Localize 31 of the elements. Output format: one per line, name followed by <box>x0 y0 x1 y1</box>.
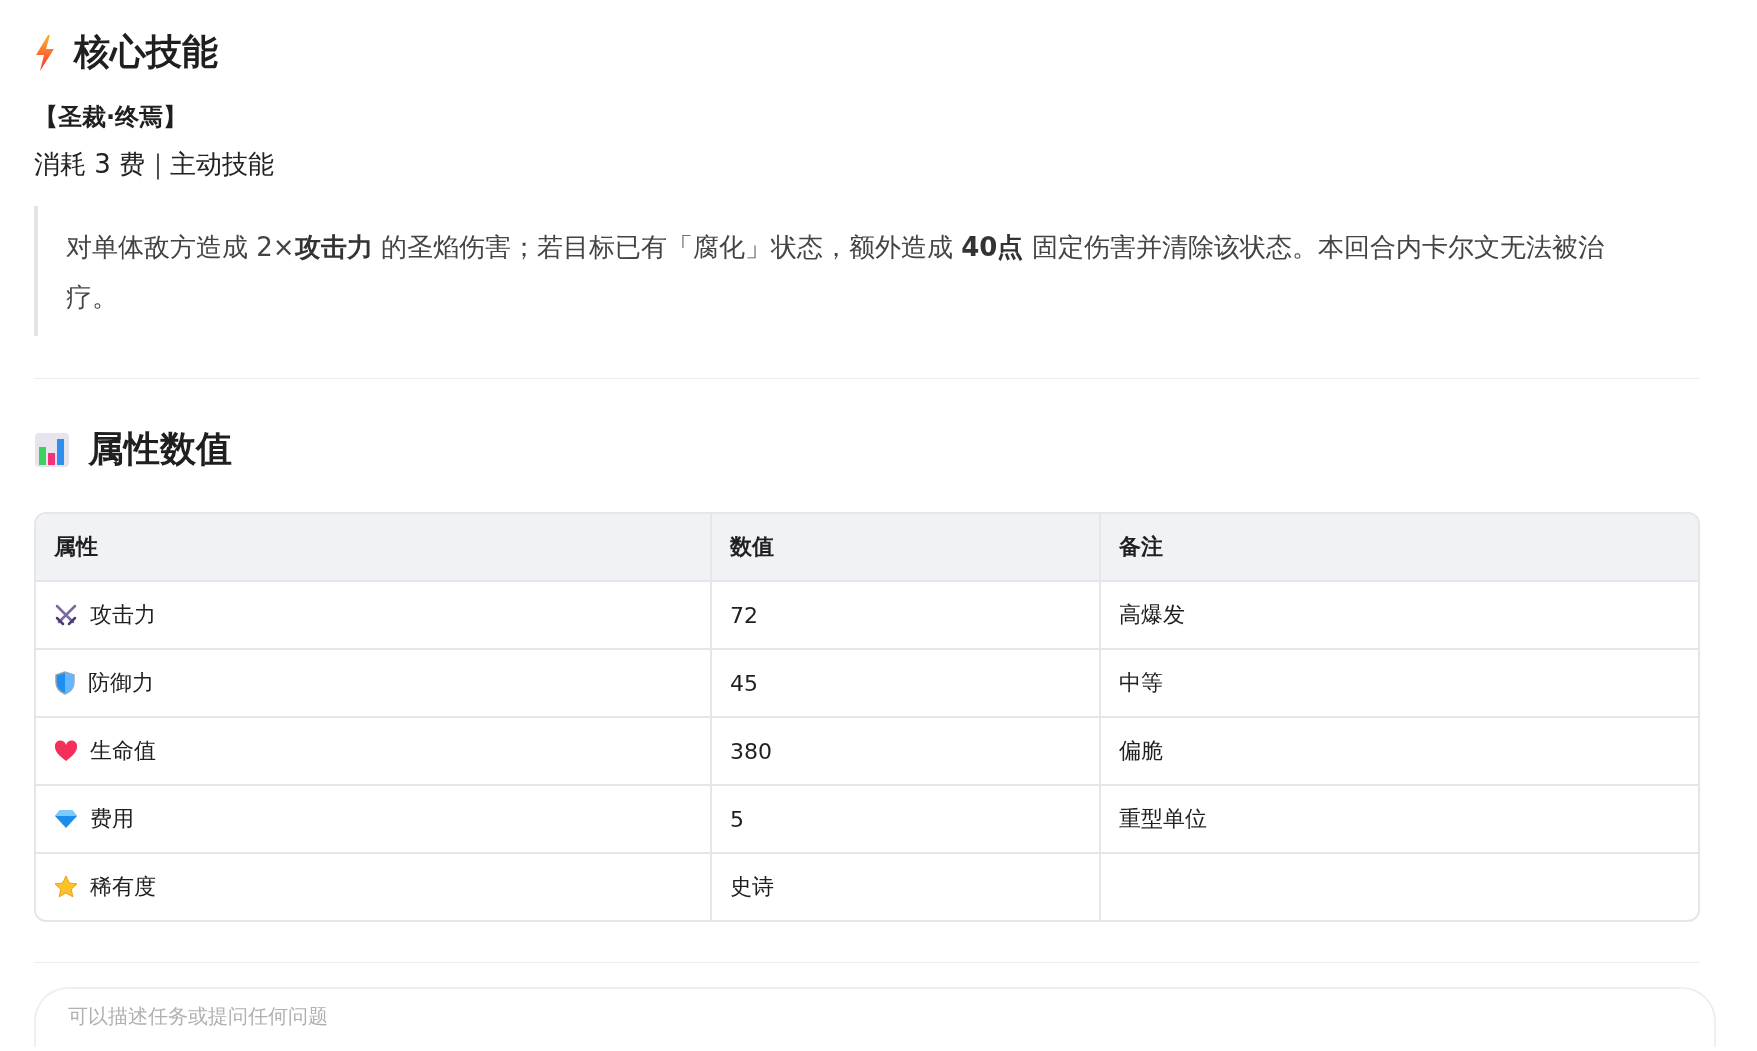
skill-description: 对单体敌方造成 2×攻击力 的圣焰伤害；若目标已有「腐化」状态，额外造成 40点 固定伤害并清除该状态。本回合内卡尔文无法被治疗。 <box>66 231 1605 314</box>
heart-icon <box>54 740 78 762</box>
bar-chart-icon <box>34 431 70 468</box>
column-header: 备注 <box>1101 514 1698 580</box>
column-header: 属性 <box>36 514 712 580</box>
section-title: 属性数值 <box>88 427 232 471</box>
attribute-name: 生命值 <box>90 737 156 765</box>
table-cell: 中等 <box>1101 648 1698 716</box>
table-cell: 重型单位 <box>1101 784 1698 852</box>
table-cell: 高爆发 <box>1101 580 1698 648</box>
table-cell: 45 <box>712 648 1101 716</box>
table-cell: 5 <box>712 784 1101 852</box>
crossed-swords-icon <box>54 603 78 627</box>
attribute-name: 稀有度 <box>90 873 156 901</box>
star-icon <box>54 875 78 899</box>
chat-input-field[interactable]: 可以描述任务或提问任何问题 <box>66 1003 1688 1029</box>
section-title: 核心技能 <box>74 30 218 74</box>
lightning-icon <box>34 34 56 71</box>
table-cell: 72 <box>712 580 1101 648</box>
skill-cost: 消耗 3 费｜主动技能 <box>34 148 276 182</box>
table-cell: 380 <box>712 716 1101 784</box>
attribute-name: 费用 <box>90 805 134 833</box>
table-cell: 史诗 <box>712 852 1101 920</box>
attribute-name: 防御力 <box>88 669 154 697</box>
attribute-name: 攻击力 <box>90 601 156 629</box>
gem-icon <box>54 809 78 829</box>
shield-icon <box>54 671 76 695</box>
table-cell: 偏脆 <box>1101 716 1698 784</box>
column-header: 数值 <box>712 514 1101 580</box>
skill-name: 【圣裁·终焉】 <box>34 102 189 133</box>
chat-input-panel[interactable]: 可以描述任务或提问任何问题 <box>34 987 1716 1047</box>
